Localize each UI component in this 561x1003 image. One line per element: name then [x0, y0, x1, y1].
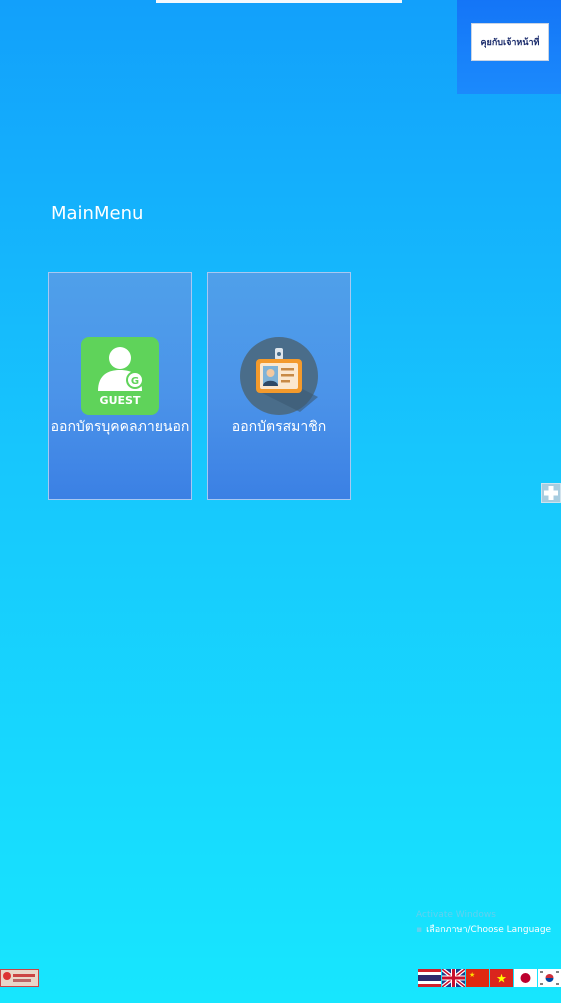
- guest-icon: G GUEST: [81, 337, 159, 415]
- thailand-flag[interactable]: [418, 969, 441, 987]
- svg-text:★: ★: [469, 971, 475, 979]
- brand-logo-icon: [3, 972, 35, 982]
- page-title: MainMenu: [51, 203, 144, 224]
- id-badge-icon: [240, 337, 318, 415]
- guest-icon-text: GUEST: [100, 394, 141, 407]
- guest-card-label: ออกบัตรบุคคลภายนอก: [50, 419, 190, 435]
- svg-text:★: ★: [496, 972, 507, 986]
- side-plus-button[interactable]: [541, 483, 561, 503]
- activate-windows-watermark: Activate Windows: [416, 910, 496, 920]
- top-strip: [156, 0, 402, 3]
- top-right-panel: คุยกับเจ้าหน้าที่: [457, 0, 561, 94]
- language-area: Activate Windows ▪ เลือกภาษา/Choose Langu…: [416, 910, 561, 936]
- talk-to-staff-button[interactable]: คุยกับเจ้าหน้าที่: [471, 23, 549, 61]
- japan-flag[interactable]: [514, 969, 537, 987]
- issue-guest-card-button[interactable]: G GUEST ออกบัตรบุคคลภายนอก: [48, 272, 192, 500]
- korea-flag[interactable]: [538, 969, 561, 987]
- language-flags: ★ ★: [418, 969, 561, 987]
- vietnam-flag[interactable]: ★: [490, 969, 513, 987]
- issue-member-card-button[interactable]: ออกบัตรสมาชิก: [207, 272, 351, 500]
- uk-flag[interactable]: [442, 969, 465, 987]
- plus-icon: [544, 486, 558, 500]
- china-flag[interactable]: ★: [466, 969, 489, 987]
- bottom-left-logo: [0, 969, 39, 987]
- guest-badge-letter: G: [131, 376, 139, 387]
- choose-language-label: ▪ เลือกภาษา/Choose Language: [416, 925, 552, 935]
- member-card-label: ออกบัตรสมาชิก: [231, 419, 327, 435]
